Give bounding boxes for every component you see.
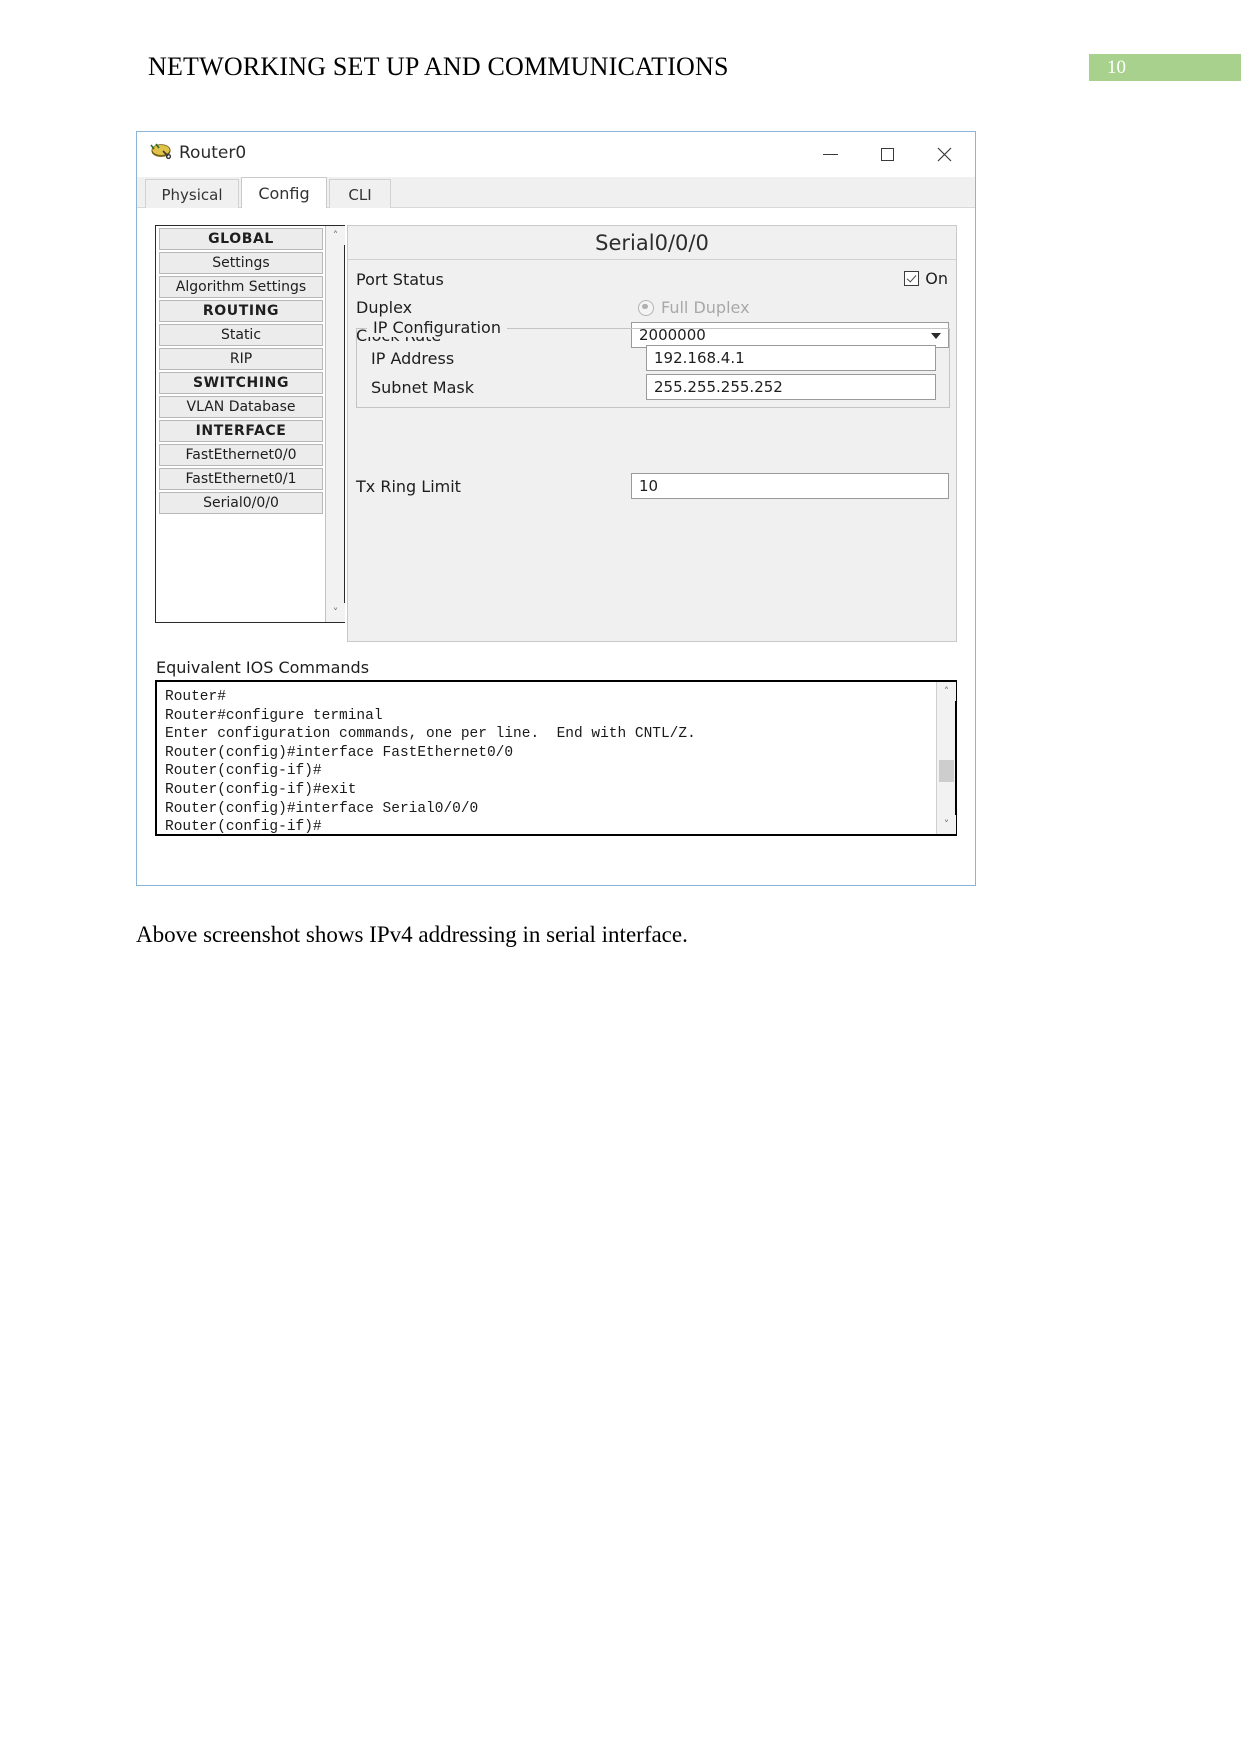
figure-caption: Above screenshot shows IPv4 addressing i…: [136, 922, 688, 947]
sidebar-item-global[interactable]: GLOBAL: [159, 228, 323, 250]
tab-cli[interactable]: CLI: [329, 179, 391, 209]
ip-address-value: 192.168.4.1: [654, 349, 745, 367]
router-icon: [150, 143, 172, 160]
sidebar-item-fastethernet0-1[interactable]: FastEthernet0/1: [159, 468, 323, 490]
page-number-badge: 10: [1089, 54, 1241, 81]
window-title: Router0: [179, 143, 247, 163]
maximize-icon: [880, 147, 894, 161]
ios-commands-text: Router# Router#configure terminal Enter …: [165, 689, 696, 836]
port-status-checkbox-label: On: [925, 269, 948, 288]
ios-scroll-up-icon[interactable]: ˄: [937, 682, 956, 701]
close-icon: [937, 147, 951, 161]
router-config-window: Router0 Physical Config CLI GLOBAL Setti…: [136, 131, 976, 886]
sidebar-item-serial0-0-0[interactable]: Serial0/0/0: [159, 492, 323, 514]
port-status-label: Port Status: [356, 270, 444, 289]
ip-address-label: IP Address: [371, 349, 455, 368]
checkbox-checked-icon[interactable]: [904, 271, 920, 286]
ios-commands-console[interactable]: Router# Router#configure terminal Enter …: [155, 680, 957, 836]
radio-selected-icon[interactable]: [638, 299, 654, 316]
config-tab-panel: GLOBAL Settings Algorithm Settings ROUTI…: [137, 208, 975, 884]
tab-config[interactable]: Config: [241, 177, 327, 209]
sidebar-item-settings[interactable]: Settings: [159, 252, 323, 274]
sidebar-item-routing[interactable]: ROUTING: [159, 300, 323, 322]
tabstrip: Physical Config CLI: [137, 177, 975, 209]
page-title: NETWORKING SET UP AND COMMUNICATIONS: [148, 52, 729, 81]
scroll-down-icon[interactable]: ˅: [326, 603, 345, 622]
config-sidebar: GLOBAL Settings Algorithm Settings ROUTI…: [155, 225, 345, 623]
sidebar-scrollbar[interactable]: ˄ ˅: [325, 226, 345, 622]
subnet-mask-label: Subnet Mask: [371, 378, 475, 397]
config-sidebar-list: GLOBAL Settings Algorithm Settings ROUTI…: [156, 226, 325, 622]
ios-scroll-thumb[interactable]: [939, 760, 954, 782]
subnet-mask-value: 255.255.255.252: [654, 378, 783, 396]
ios-commands-label: Equivalent IOS Commands: [156, 658, 370, 677]
interface-detail-panel: Serial0/0/0 Port Status On Duplex Full D…: [347, 225, 957, 642]
minimize-icon: [822, 153, 838, 155]
ip-configuration-legend: IP Configuration: [367, 318, 507, 337]
duplex-full-radio[interactable]: Full Duplex: [638, 298, 750, 317]
document-header: NETWORKING SET UP AND COMMUNICATIONS 10: [0, 0, 1241, 110]
minimize-button[interactable]: [807, 132, 853, 176]
ios-console-scrollbar[interactable]: ˄ ˅: [936, 682, 956, 834]
sidebar-item-algorithm-settings[interactable]: Algorithm Settings: [159, 276, 323, 298]
maximize-button[interactable]: [864, 132, 910, 176]
ip-address-input[interactable]: 192.168.4.1: [646, 345, 936, 371]
ios-scroll-down-icon[interactable]: ˅: [937, 815, 956, 834]
subnet-mask-input[interactable]: 255.255.255.252: [646, 374, 936, 400]
duplex-label: Duplex: [356, 298, 413, 317]
ip-configuration-group: IP Configuration IP Address 192.168.4.1 …: [356, 318, 950, 408]
scroll-up-icon[interactable]: ˄: [326, 226, 345, 245]
port-status-row: Port Status On: [348, 266, 956, 294]
interface-title: Serial0/0/0: [348, 226, 956, 260]
port-status-checkbox[interactable]: On: [904, 269, 948, 288]
sidebar-item-vlan-database[interactable]: VLAN Database: [159, 396, 323, 418]
tx-ring-limit-row: Tx Ring Limit 10: [348, 473, 956, 501]
tab-physical[interactable]: Physical: [145, 179, 239, 209]
tx-ring-limit-value: 10: [639, 477, 659, 495]
sidebar-item-static[interactable]: Static: [159, 324, 323, 346]
sidebar-item-switching[interactable]: SWITCHING: [159, 372, 323, 394]
subnet-mask-row: Subnet Mask 255.255.255.252: [357, 374, 949, 402]
ip-address-row: IP Address 192.168.4.1: [357, 345, 949, 373]
tx-ring-limit-input[interactable]: 10: [631, 473, 949, 499]
duplex-full-label: Full Duplex: [661, 298, 750, 317]
window-titlebar: Router0: [137, 132, 975, 177]
sidebar-item-interface[interactable]: INTERFACE: [159, 420, 323, 442]
sidebar-item-rip[interactable]: RIP: [159, 348, 323, 370]
close-button[interactable]: [921, 132, 967, 176]
tx-ring-limit-label: Tx Ring Limit: [356, 477, 461, 496]
sidebar-item-fastethernet0-0[interactable]: FastEthernet0/0: [159, 444, 323, 466]
